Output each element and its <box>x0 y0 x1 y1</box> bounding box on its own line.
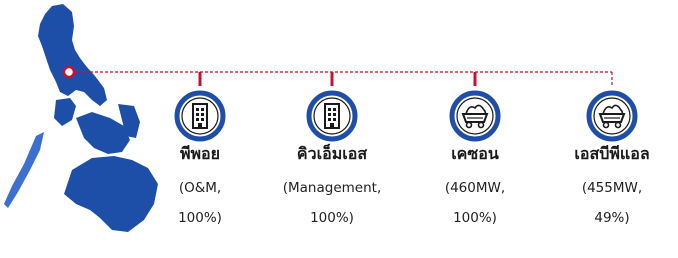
entity-detail-line2: 49%) <box>594 210 630 226</box>
entity-name: พีพอย <box>179 144 221 163</box>
connector-lines <box>75 71 613 86</box>
building-icon <box>306 90 358 142</box>
coal-cart-icon <box>449 90 501 142</box>
entity-detail-line2: 100%) <box>310 210 354 226</box>
building-icon <box>174 90 226 142</box>
map-mindoro <box>54 98 76 126</box>
entity-3: เคซอน (460MW, 100%) <box>415 90 535 233</box>
location-marker <box>62 65 76 79</box>
entity-detail-line1: (O&M, <box>178 180 222 196</box>
entity-2: คิวเอ็มเอส (Management, 100%) <box>272 90 392 233</box>
entity-4: เอสบีพีแอล (455MW, 49%) <box>552 90 672 233</box>
entity-detail-line2: 100%) <box>178 210 222 226</box>
entity-name: เคซอน <box>451 144 499 163</box>
map-palawan <box>4 132 44 208</box>
entity-detail-line1: (Management, <box>282 180 382 196</box>
entity-name: คิวเอ็มเอส <box>296 144 368 163</box>
coal-cart-icon <box>586 90 638 142</box>
entity-detail-line1: (460MW, <box>444 180 506 196</box>
entity-detail-line2: 100%) <box>453 210 497 226</box>
philippines-map <box>4 4 158 232</box>
entity-name: เอสบีพีแอล <box>574 144 650 163</box>
map-luzon <box>38 4 107 106</box>
entity-detail-line1: (455MW, <box>581 180 643 196</box>
entity-1: พีพอย (O&M, 100%) <box>140 90 260 233</box>
